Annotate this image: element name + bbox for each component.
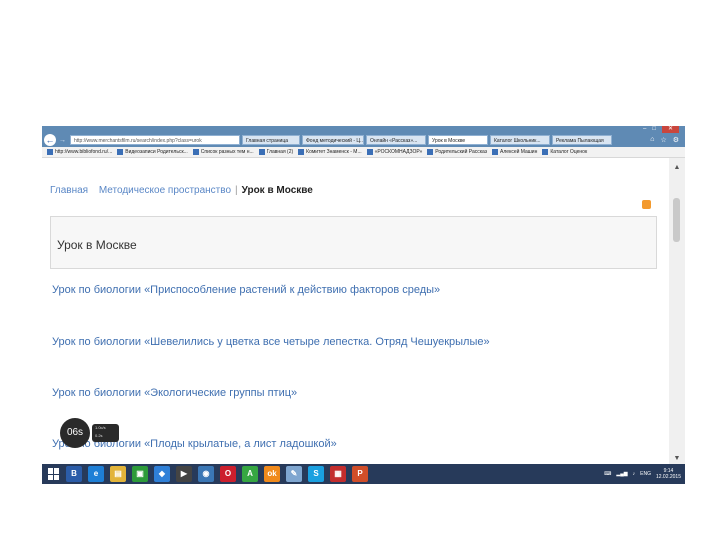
tab-home[interactable]: Главная страница <box>242 135 300 145</box>
camera-icon[interactable]: ◉ <box>198 466 214 482</box>
gear-icon[interactable]: ⚙ <box>673 136 679 144</box>
scroll-down-icon[interactable]: ▼ <box>669 455 685 462</box>
scroll-thumb[interactable] <box>673 198 680 242</box>
favorite-item[interactable]: Каталог Оценок <box>542 149 587 155</box>
lesson-link[interactable]: Урок по биологии «Экологические группы п… <box>52 387 297 399</box>
tab-story[interactable]: Онлайн «Рассказ»... <box>366 135 426 145</box>
bookmark-icon <box>117 149 124 155</box>
favorite-item[interactable]: Главная (2) <box>258 149 293 155</box>
favorite-item[interactable]: Видеозаписи Родительск... <box>117 149 188 155</box>
odnoklassniki-icon[interactable]: ok <box>264 466 280 482</box>
favorites-bar: http://www.bibliofond.ru/... Видеозаписи… <box>42 147 685 158</box>
breadcrumb-section-link[interactable]: Методическое пространство <box>99 185 231 196</box>
favorite-item[interactable]: http://www.bibliofond.ru/... <box>47 149 112 155</box>
bookmark-icon <box>192 149 199 155</box>
browser-toolbar: ← → http://www.merchantsfilm.ru/search/i… <box>42 133 685 147</box>
lesson-link[interactable]: Урок по биологии «Приспособление растени… <box>52 284 440 296</box>
favorite-item[interactable]: Родительский Рассказ <box>427 149 487 155</box>
language-indicator[interactable]: ENG <box>640 471 651 477</box>
taskbar: Вe ▤ ▣ ◆ ▶ ◉ O Aok ✎ S ▦ P ⌨ ▂▄▆ ♪ ENG 9:14 12.02.2… <box>42 464 685 484</box>
page-title: Урок в Москве <box>57 238 137 252</box>
bookmark-icon <box>258 149 265 155</box>
bookmark-icon <box>47 149 53 155</box>
store-icon[interactable]: ▣ <box>132 466 148 482</box>
breadcrumb-separator <box>92 185 95 196</box>
system-tray: ⌨ ▂▄▆ ♪ ENG 9:14 12.02.2015 <box>604 468 681 480</box>
window-controls: – □ ✕ <box>643 126 679 133</box>
tab-ads[interactable]: Реклама Пылающая <box>552 135 612 145</box>
page-content: Главная Методическое пространство | Урок в… <box>42 158 669 464</box>
explorer-icon[interactable]: ▤ <box>110 466 126 482</box>
title-bar: – □ ✕ <box>42 126 685 133</box>
bookmark-icon <box>427 149 434 155</box>
pdf-icon[interactable]: ▦ <box>330 466 346 482</box>
maximize-button[interactable]: □ <box>652 126 656 133</box>
favorite-item[interactable]: Алексей Машин <box>492 149 537 155</box>
bookmark-icon <box>298 149 305 155</box>
volume-icon[interactable]: ♪ <box>633 471 636 477</box>
lesson-link[interactable]: Урок по биологии «Шевелились у цветка вс… <box>52 336 490 348</box>
word-icon[interactable]: В <box>66 466 82 482</box>
keyboard-icon[interactable]: ⌨ <box>604 471 611 477</box>
bookmark-icon <box>366 149 373 155</box>
vertical-scrollbar[interactable]: ▲ ▼ <box>669 158 685 464</box>
bookmark-icon <box>492 149 499 155</box>
tab-methodical[interactable]: Фонд методический - Ц... <box>302 135 364 145</box>
opera-icon[interactable]: O <box>220 466 236 482</box>
media-icon[interactable]: ▶ <box>176 466 192 482</box>
taskbar-apps: Вe ▤ ▣ ◆ ▶ ◉ O Aok ✎ S ▦ P <box>60 466 368 482</box>
skype-icon[interactable]: S <box>308 466 324 482</box>
tab-catalog[interactable]: Каталог Школьник... <box>490 135 550 145</box>
address-bar[interactable]: http://www.merchantsfilm.ru/search/index… <box>70 135 240 145</box>
favorite-item[interactable]: Комитет Знаменск - М... <box>298 149 362 155</box>
close-button[interactable]: ✕ <box>661 126 679 133</box>
breadcrumb-current: Урок в Москве <box>241 185 313 196</box>
home-icon[interactable]: ⌂ <box>650 136 654 144</box>
breadcrumb: Главная Методическое пространство | Урок в… <box>50 185 313 196</box>
rss-icon[interactable] <box>642 200 651 209</box>
minimize-button[interactable]: – <box>643 126 646 133</box>
breadcrumb-home-link[interactable]: Главная <box>50 185 88 196</box>
scroll-up-icon[interactable]: ▲ <box>669 164 685 171</box>
breadcrumb-separator: | <box>235 185 238 196</box>
abbyy-icon[interactable]: A <box>242 466 258 482</box>
bookmark-icon <box>542 149 549 155</box>
windows-start-icon[interactable] <box>48 468 60 480</box>
recorder-info: 1.0c/s 0.2s <box>92 424 119 442</box>
powerpoint-icon[interactable]: P <box>352 466 368 482</box>
browser-icons: ⌂ ☆ ⚙ <box>650 136 679 144</box>
forward-button[interactable]: → <box>59 137 66 144</box>
dropbox-icon[interactable]: ◆ <box>154 466 170 482</box>
favorite-item[interactable]: «РОСКОМНАДЗОР» <box>366 149 422 155</box>
back-button[interactable]: ← <box>44 134 56 146</box>
page-header-box: Урок в Москве <box>50 216 657 269</box>
ie-icon[interactable]: e <box>88 466 104 482</box>
star-icon[interactable]: ☆ <box>660 136 666 144</box>
screenshot-window: – □ ✕ ← → http://www.merchantsfilm.ru/se… <box>42 126 685 484</box>
favorite-item[interactable]: Список разных тем н... <box>192 149 254 155</box>
network-icon[interactable]: ▂▄▆ <box>616 471 627 477</box>
tab-urok-moscow[interactable]: Урок в Москве <box>428 135 488 145</box>
paint-icon[interactable]: ✎ <box>286 466 302 482</box>
recorder-badge[interactable]: 06s <box>60 418 90 448</box>
clock[interactable]: 9:14 12.02.2015 <box>656 468 681 480</box>
